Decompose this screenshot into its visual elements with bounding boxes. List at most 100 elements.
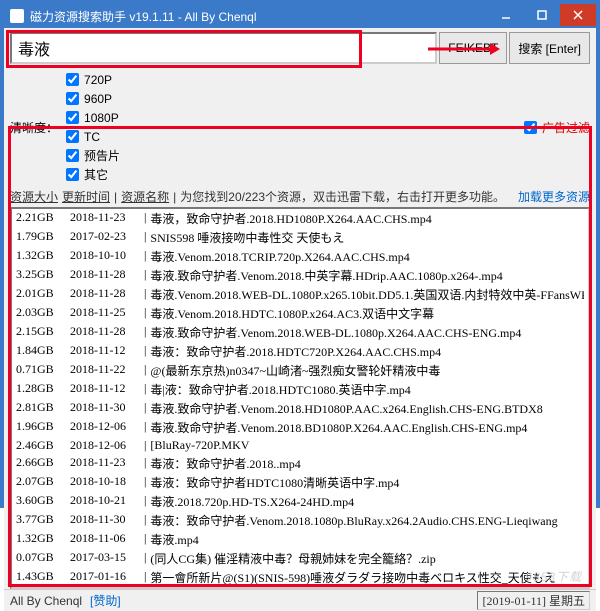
search-button[interactable]: 搜索 [Enter] bbox=[509, 32, 590, 64]
app-icon bbox=[10, 9, 24, 23]
cell-date: 2018-11-12 bbox=[70, 381, 140, 398]
cell-size: 2.46GB bbox=[16, 438, 66, 453]
cell-date: 2018-11-30 bbox=[70, 512, 140, 529]
cell-date: 2018-10-18 bbox=[70, 474, 140, 491]
cell-date: 2018-11-28 bbox=[70, 324, 140, 341]
cell-name: 毒液.2018.720p.HD-TS.X264-24HD.mp4 bbox=[150, 493, 584, 510]
table-row[interactable]: 2.01GB2018-11-28|毒液.Venom.2018.WEB-DL.10… bbox=[12, 285, 588, 304]
table-row[interactable]: 1.96GB2018-12-06|毒液.致命守护者.Venom.2018.BD1… bbox=[12, 418, 588, 437]
filter-720P[interactable]: 720P bbox=[62, 70, 120, 89]
table-row[interactable]: 2.07GB2018-10-18|毒液：致命守护者HDTC1080清晰英语中字.… bbox=[12, 473, 588, 492]
filter-row: 清晰度： 720P 960P 1080P TC 预告片 其它 广告过滤 bbox=[4, 68, 596, 186]
cell-date: 2017-03-15 bbox=[70, 550, 140, 567]
cell-name: 毒液.致命守护者.Venom.2018.BD1080P.X264.AAC.Eng… bbox=[150, 419, 584, 436]
cell-size: 2.66GB bbox=[16, 455, 66, 472]
table-row[interactable]: 3.77GB2018-11-30|毒液：致命守护者.Venom.2018.108… bbox=[12, 511, 588, 530]
table-row[interactable]: 0.07GB2017-03-15|(同人CG集) 催淫精液中毒？母親姉妹を完全籠… bbox=[12, 549, 588, 568]
filter-input-预告片[interactable] bbox=[66, 149, 79, 162]
close-button[interactable] bbox=[560, 4, 596, 26]
table-row[interactable]: 2.66GB2018-11-23|毒液：致命守护者.2018..mp4 bbox=[12, 454, 588, 473]
table-row[interactable]: 3.25GB2018-11-28|毒液.致命守护者.Venom.2018.中英字… bbox=[12, 266, 588, 285]
col-name[interactable]: 资源名称 bbox=[121, 188, 169, 205]
table-row[interactable]: 2.15GB2018-11-28|毒液.致命守护者.Venom.2018.WEB… bbox=[12, 323, 588, 342]
cell-date: 2018-11-28 bbox=[70, 286, 140, 303]
results-list[interactable]: 2.21GB2018-11-23|毒液，致命守护者.2018.HD1080P.X… bbox=[10, 207, 590, 589]
filter-input-1080P[interactable] bbox=[66, 111, 79, 124]
cell-name: 毒液.致命守护者.Venom.2018.WEB-DL.1080p.X264.AA… bbox=[150, 324, 584, 341]
cell-name: 毒|液：致命守护者.2018.HDTC1080.英语中字.mp4 bbox=[150, 381, 584, 398]
cell-date: 2018-11-23 bbox=[70, 455, 140, 472]
cell-date: 2018-11-30 bbox=[70, 400, 140, 417]
load-more-link[interactable]: 加载更多资源 bbox=[518, 188, 590, 205]
cell-name: 第一會所新片@(S1)(SNIS-598)唾液ダラダラ接吻中毒ベロキス性交_天使… bbox=[150, 569, 584, 586]
cell-name: SNIS598 唾液接吻中毒性交 天使もえ bbox=[150, 229, 584, 246]
adfilter-input[interactable] bbox=[524, 121, 537, 134]
cell-name: (同人CG集) 催淫精液中毒？母親姉妹を完全籠絡？.zip bbox=[150, 550, 584, 567]
status-date: [2019-01-11] 星期五 bbox=[477, 591, 590, 610]
filter-预告片[interactable]: 预告片 bbox=[62, 146, 120, 165]
col-date[interactable]: 更新时间 bbox=[62, 188, 110, 205]
minimize-button[interactable] bbox=[488, 4, 524, 26]
cell-size: 1.32GB bbox=[16, 248, 66, 265]
cell-size: 3.77GB bbox=[16, 512, 66, 529]
filter-input-其它[interactable] bbox=[66, 168, 79, 181]
cell-name: 毒液.Venom.2018.TCRIP.720p.X264.AAC.CHS.mp… bbox=[150, 248, 584, 265]
table-row[interactable]: 1.84GB2018-11-12|毒液：致命守护者.2018.HDTC720P.… bbox=[12, 342, 588, 361]
cell-size: 3.60GB bbox=[16, 493, 66, 510]
cell-date: 2018-11-28 bbox=[70, 267, 140, 284]
cell-name: 毒液.致命守护者.Venom.2018.中英字幕.HDrip.AAC.1080p… bbox=[150, 267, 584, 284]
search-input[interactable] bbox=[10, 32, 437, 64]
maximize-button[interactable] bbox=[524, 4, 560, 26]
filter-1080P[interactable]: 1080P bbox=[62, 108, 120, 127]
filter-TC[interactable]: TC bbox=[62, 127, 120, 146]
table-row[interactable]: 2.46GB2018-12-06|[BluRay-720P.MKV bbox=[12, 437, 588, 454]
cell-size: 1.84GB bbox=[16, 343, 66, 360]
adfilter-checkbox[interactable]: 广告过滤 bbox=[520, 118, 590, 137]
cell-size: 2.01GB bbox=[16, 286, 66, 303]
adfilter-label: 广告过滤 bbox=[542, 119, 590, 136]
table-row[interactable]: 2.21GB2018-11-23|毒液，致命守护者.2018.HD1080P.X… bbox=[12, 209, 588, 228]
filter-input-TC[interactable] bbox=[66, 130, 79, 143]
table-row[interactable]: 1.28GB2018-11-12|毒|液：致命守护者.2018.HDTC1080… bbox=[12, 380, 588, 399]
cell-size: 1.96GB bbox=[16, 419, 66, 436]
cell-size: 0.71GB bbox=[16, 362, 66, 379]
cell-date: 2017-01-16 bbox=[70, 569, 140, 586]
filter-其它[interactable]: 其它 bbox=[62, 165, 120, 184]
cell-size: 1.43GB bbox=[16, 569, 66, 586]
feikebt-button[interactable]: FEIKEBT bbox=[439, 32, 507, 64]
cell-name: [BluRay-720P.MKV bbox=[150, 438, 584, 453]
cell-name: 毒液.致命守护者.Venom.2018.HD1080P.AAC.x264.Eng… bbox=[150, 400, 584, 417]
col-size[interactable]: 资源大小 bbox=[10, 188, 58, 205]
filter-input-720P[interactable] bbox=[66, 73, 79, 86]
table-row[interactable]: 1.32GB2018-11-06|毒液.mp4 bbox=[12, 530, 588, 549]
cell-size: 2.03GB bbox=[16, 305, 66, 322]
cell-date: 2017-02-23 bbox=[70, 229, 140, 246]
filter-960P[interactable]: 960P bbox=[62, 89, 120, 108]
cell-date: 2018-11-22 bbox=[70, 362, 140, 379]
donate-link[interactable]: [赞助] bbox=[90, 592, 121, 609]
table-row[interactable]: 2.03GB2018-11-25|毒液.Venom.2018.HDTC.1080… bbox=[12, 304, 588, 323]
status-left: All By Chenql bbox=[10, 594, 82, 608]
cell-name: 毒液：致命守护者HDTC1080清晰英语中字.mp4 bbox=[150, 474, 584, 491]
filter-input-960P[interactable] bbox=[66, 92, 79, 105]
table-row[interactable]: 1.79GB2017-02-23|SNIS598 唾液接吻中毒性交 天使もえ bbox=[12, 228, 588, 247]
table-row[interactable]: 3.60GB2018-10-21|毒液.2018.720p.HD-TS.X264… bbox=[12, 492, 588, 511]
cell-name: @(最新东京热)n0347~山崎渚~强烈痴女警轮奸精液中毒 bbox=[150, 362, 584, 379]
cell-name: 毒液.mp4 bbox=[150, 531, 584, 548]
cell-date: 2018-11-12 bbox=[70, 343, 140, 360]
cell-date: 2018-10-21 bbox=[70, 493, 140, 510]
table-row[interactable]: 2.81GB2018-11-30|毒液.致命守护者.Venom.2018.HD1… bbox=[12, 399, 588, 418]
cell-date: 2018-12-06 bbox=[70, 438, 140, 453]
cell-size: 0.07GB bbox=[16, 550, 66, 567]
table-row[interactable]: 0.71GB2018-11-22|@(最新东京热)n0347~山崎渚~强烈痴女警… bbox=[12, 361, 588, 380]
cell-name: 毒液，致命守护者.2018.HD1080P.X264.AAC.CHS.mp4 bbox=[150, 210, 584, 227]
table-row[interactable]: 1.43GB2017-01-16|第一會所新片@(S1)(SNIS-598)唾液… bbox=[12, 568, 588, 587]
cell-name: 毒液.Venom.2018.HDTC.1080P.x264.AC3.双语中文字幕 bbox=[150, 305, 584, 322]
cell-size: 1.79GB bbox=[16, 229, 66, 246]
cell-size: 2.15GB bbox=[16, 324, 66, 341]
cell-date: 2018-11-25 bbox=[70, 305, 140, 322]
cell-date: 2018-11-06 bbox=[70, 531, 140, 548]
cell-size: 2.81GB bbox=[16, 400, 66, 417]
table-row[interactable]: 1.32GB2018-10-10|毒液.Venom.2018.TCRIP.720… bbox=[12, 247, 588, 266]
cell-date: 2018-11-23 bbox=[70, 210, 140, 227]
